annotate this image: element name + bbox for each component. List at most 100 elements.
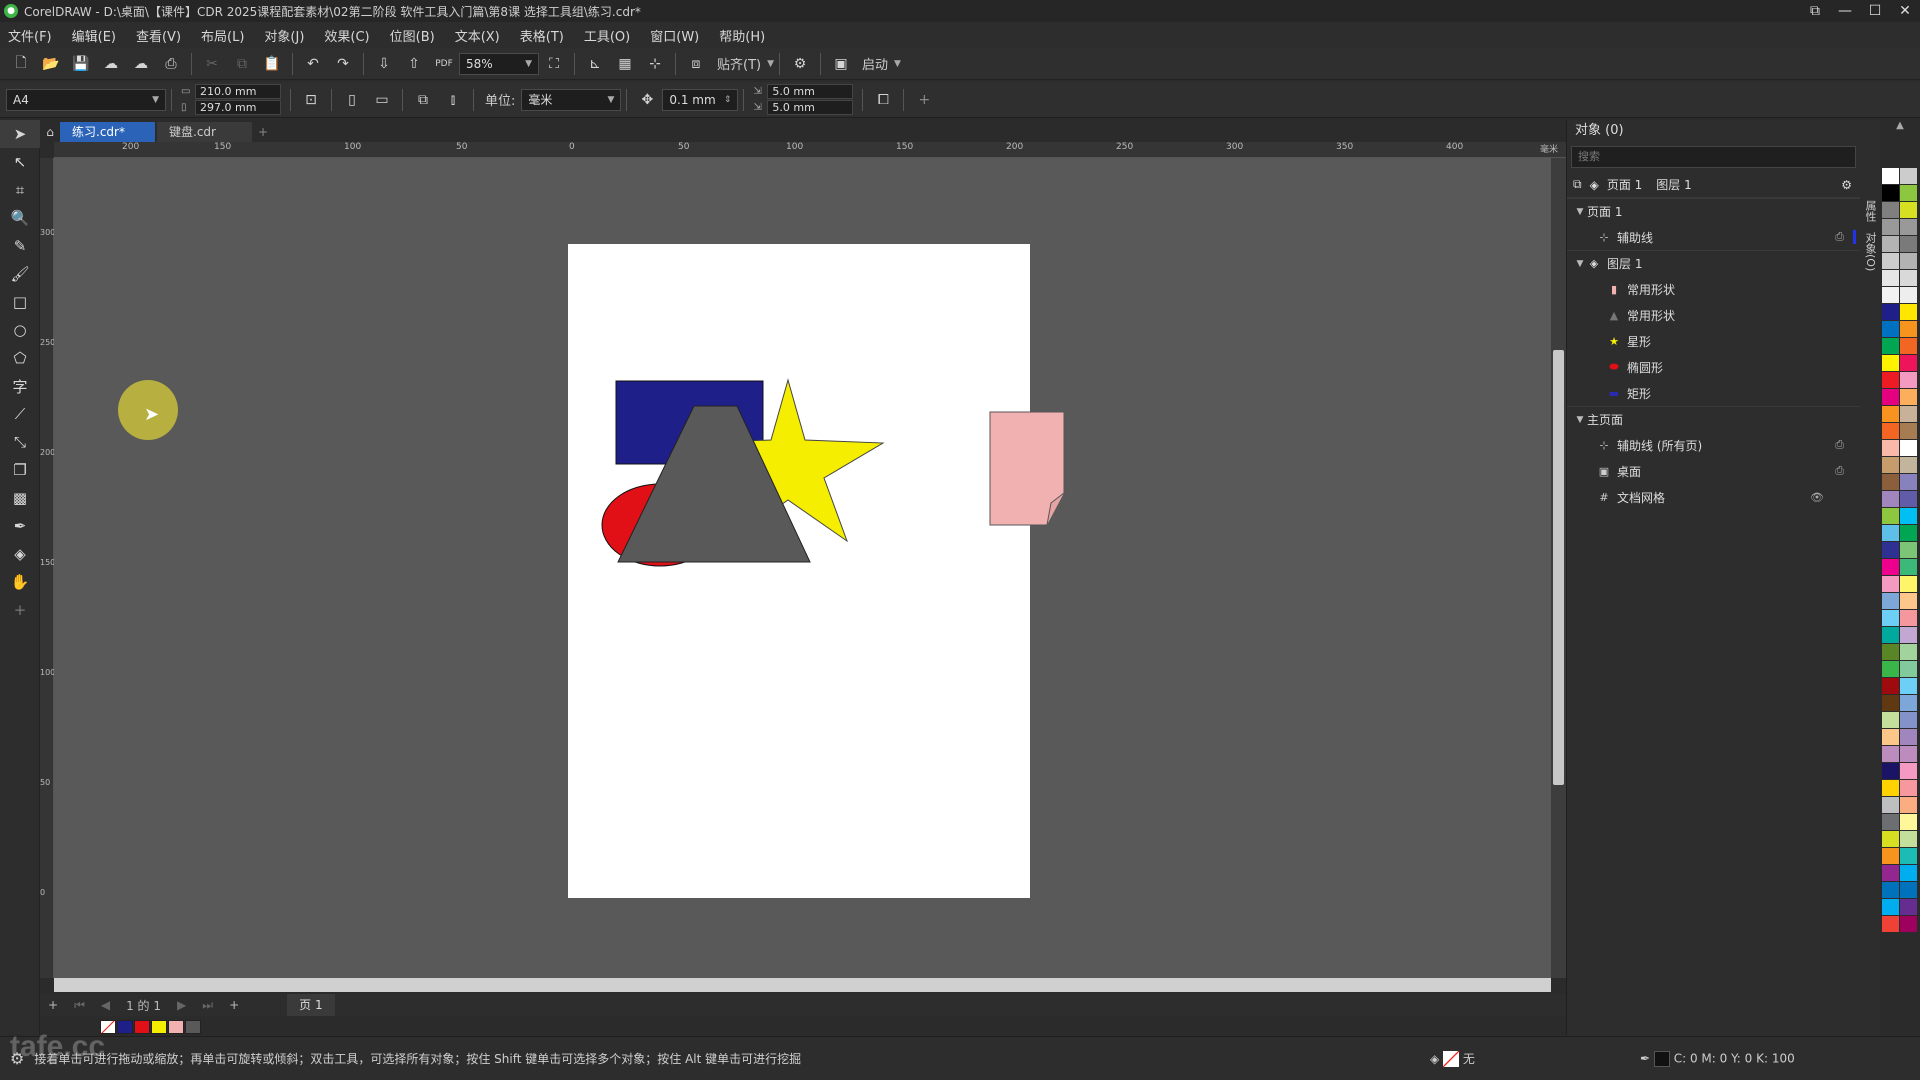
snap-icon[interactable]: ⧈ bbox=[684, 52, 708, 76]
restore-icon[interactable]: ⧉ bbox=[1800, 0, 1830, 22]
menu-edit[interactable]: 编辑(E) bbox=[72, 26, 116, 45]
palette-swatch[interactable] bbox=[1882, 695, 1899, 712]
prev-page-icon[interactable]: ◀ bbox=[101, 998, 110, 1012]
all-pages-icon[interactable]: ⊡ bbox=[299, 88, 323, 112]
palette-swatch[interactable] bbox=[1882, 525, 1899, 542]
page-tab[interactable]: 页 1 bbox=[287, 994, 335, 1016]
pink-folded-page-shape[interactable] bbox=[989, 411, 1069, 527]
expand-triangle-icon[interactable]: ▼ bbox=[1573, 207, 1587, 217]
side-tab-properties[interactable]: 属性 bbox=[1862, 200, 1878, 222]
open-icon[interactable]: 📂 bbox=[39, 52, 63, 76]
paste-icon[interactable]: 📋 bbox=[260, 52, 284, 76]
side-tab-objects[interactable]: 对象(O) bbox=[1862, 232, 1878, 271]
cloud-upload-icon[interactable]: ☁ bbox=[99, 52, 123, 76]
palette-swatch[interactable] bbox=[1900, 916, 1917, 933]
swatch-blue[interactable] bbox=[117, 1020, 133, 1034]
palette-swatch[interactable] bbox=[1900, 287, 1917, 304]
palette-swatch[interactable] bbox=[1900, 457, 1917, 474]
smart-fill-icon[interactable]: ✋ bbox=[0, 568, 40, 596]
text-tool-icon[interactable]: 字 bbox=[0, 372, 40, 400]
add-icon[interactable]: + bbox=[912, 88, 936, 112]
new-tab-icon[interactable]: + bbox=[254, 122, 272, 142]
freehand-tool-icon[interactable]: ✎ bbox=[0, 232, 40, 260]
swatch-pink[interactable] bbox=[168, 1020, 184, 1034]
expand-triangle-icon[interactable]: ▼ bbox=[1573, 415, 1587, 425]
add-tool-icon[interactable]: + bbox=[0, 596, 40, 624]
ellipse-tool-icon[interactable]: ○ bbox=[0, 316, 40, 344]
current-page-icon[interactable]: ⫾ bbox=[441, 88, 465, 112]
home-icon[interactable]: ⌂ bbox=[40, 122, 60, 142]
redo-icon[interactable]: ↷ bbox=[331, 52, 355, 76]
palette-swatch[interactable] bbox=[1882, 389, 1899, 406]
chevron-down-icon[interactable]: ▼ bbox=[767, 59, 774, 69]
palette-swatch[interactable] bbox=[1900, 576, 1917, 593]
palette-swatch[interactable] bbox=[1900, 236, 1917, 253]
palette-swatch[interactable] bbox=[1882, 916, 1899, 933]
palette-swatch[interactable] bbox=[1882, 440, 1899, 457]
undo-icon[interactable]: ↶ bbox=[301, 52, 325, 76]
layers-icon[interactable]: ◈ bbox=[1590, 178, 1599, 192]
interactive-fill-icon[interactable]: ◈ bbox=[0, 540, 40, 568]
page-width-field[interactable]: 210.0 mm bbox=[195, 84, 281, 99]
swatch-red[interactable] bbox=[134, 1020, 150, 1034]
object-row[interactable]: ▼ 主页面 bbox=[1567, 406, 1860, 432]
palette-swatch[interactable] bbox=[1882, 593, 1899, 610]
palette-swatch[interactable] bbox=[1900, 423, 1917, 440]
palette-swatch[interactable] bbox=[1882, 729, 1899, 746]
palette-swatch[interactable] bbox=[1882, 627, 1899, 644]
palette-swatch[interactable] bbox=[1900, 355, 1917, 372]
expand-triangle-icon[interactable]: ▼ bbox=[1573, 259, 1587, 269]
cloud-sync-icon[interactable]: ☁ bbox=[129, 52, 153, 76]
palette-swatch[interactable] bbox=[1882, 185, 1899, 202]
palette-swatch[interactable] bbox=[1882, 457, 1899, 474]
palette-swatch[interactable] bbox=[1882, 202, 1899, 219]
palette-swatch[interactable] bbox=[1882, 559, 1899, 576]
full-screen-icon[interactable]: ⛶ bbox=[542, 52, 566, 76]
palette-swatch[interactable] bbox=[1882, 508, 1899, 525]
palette-swatch[interactable] bbox=[1882, 304, 1899, 321]
page-view-icon[interactable]: ⧉ bbox=[1573, 177, 1582, 192]
palette-swatch[interactable] bbox=[1900, 168, 1917, 185]
palette-swatch[interactable] bbox=[1882, 678, 1899, 695]
docker-settings-gear-icon[interactable]: ⚙ bbox=[1841, 178, 1852, 192]
dup-x-field[interactable]: 5.0 mm bbox=[767, 84, 854, 99]
palette-up-arrow-icon[interactable]: ▲ bbox=[1880, 120, 1920, 136]
object-row[interactable]: ▼ ◈ 图层 1 bbox=[1567, 250, 1860, 276]
palette-swatch[interactable] bbox=[1900, 372, 1917, 389]
palette-swatch[interactable] bbox=[1900, 440, 1917, 457]
transparency-icon[interactable]: ▩ bbox=[0, 484, 40, 512]
menu-view[interactable]: 查看(V) bbox=[136, 26, 181, 45]
palette-swatch[interactable] bbox=[1882, 491, 1899, 508]
palette-swatch[interactable] bbox=[1900, 882, 1917, 899]
palette-swatch[interactable] bbox=[1900, 780, 1917, 797]
palette-swatch[interactable] bbox=[1900, 729, 1917, 746]
palette-swatch[interactable] bbox=[1882, 661, 1899, 678]
palette-swatch[interactable] bbox=[1900, 508, 1917, 525]
maximize-button[interactable]: ☐ bbox=[1860, 0, 1890, 22]
palette-swatch[interactable] bbox=[1900, 253, 1917, 270]
palette-swatch[interactable] bbox=[1882, 899, 1899, 916]
palette-swatch[interactable] bbox=[1900, 304, 1917, 321]
palette-swatch[interactable] bbox=[1882, 542, 1899, 559]
palette-swatch[interactable] bbox=[1900, 593, 1917, 610]
polygon-tool-icon[interactable]: ⬠ bbox=[0, 344, 40, 372]
tab-practice[interactable]: 练习.cdr* bbox=[60, 122, 155, 142]
object-row[interactable]: ⊹ 辅助线 ⎙ bbox=[1567, 224, 1860, 250]
landscape-icon[interactable]: ▭ bbox=[370, 88, 394, 112]
add-page-after-icon[interactable]: + bbox=[229, 998, 239, 1012]
menu-effects[interactable]: 效果(C) bbox=[324, 26, 369, 45]
palette-swatch[interactable] bbox=[1882, 763, 1899, 780]
palette-swatch[interactable] bbox=[1900, 474, 1917, 491]
menu-table[interactable]: 表格(T) bbox=[520, 26, 564, 45]
palette-swatch[interactable] bbox=[1900, 627, 1917, 644]
menu-window[interactable]: 窗口(W) bbox=[650, 26, 699, 45]
palette-swatch[interactable] bbox=[1882, 712, 1899, 729]
palette-swatch[interactable] bbox=[1882, 219, 1899, 236]
menu-bitmaps[interactable]: 位图(B) bbox=[390, 26, 435, 45]
palette-swatch[interactable] bbox=[1900, 831, 1917, 848]
object-row[interactable]: ★ 星形 bbox=[1567, 328, 1860, 354]
last-page-icon[interactable]: ⏭ bbox=[202, 998, 213, 1013]
page-height-field[interactable]: 297.0 mm bbox=[195, 100, 281, 115]
menu-help[interactable]: 帮助(H) bbox=[719, 26, 765, 45]
palette-swatch[interactable] bbox=[1900, 219, 1917, 236]
